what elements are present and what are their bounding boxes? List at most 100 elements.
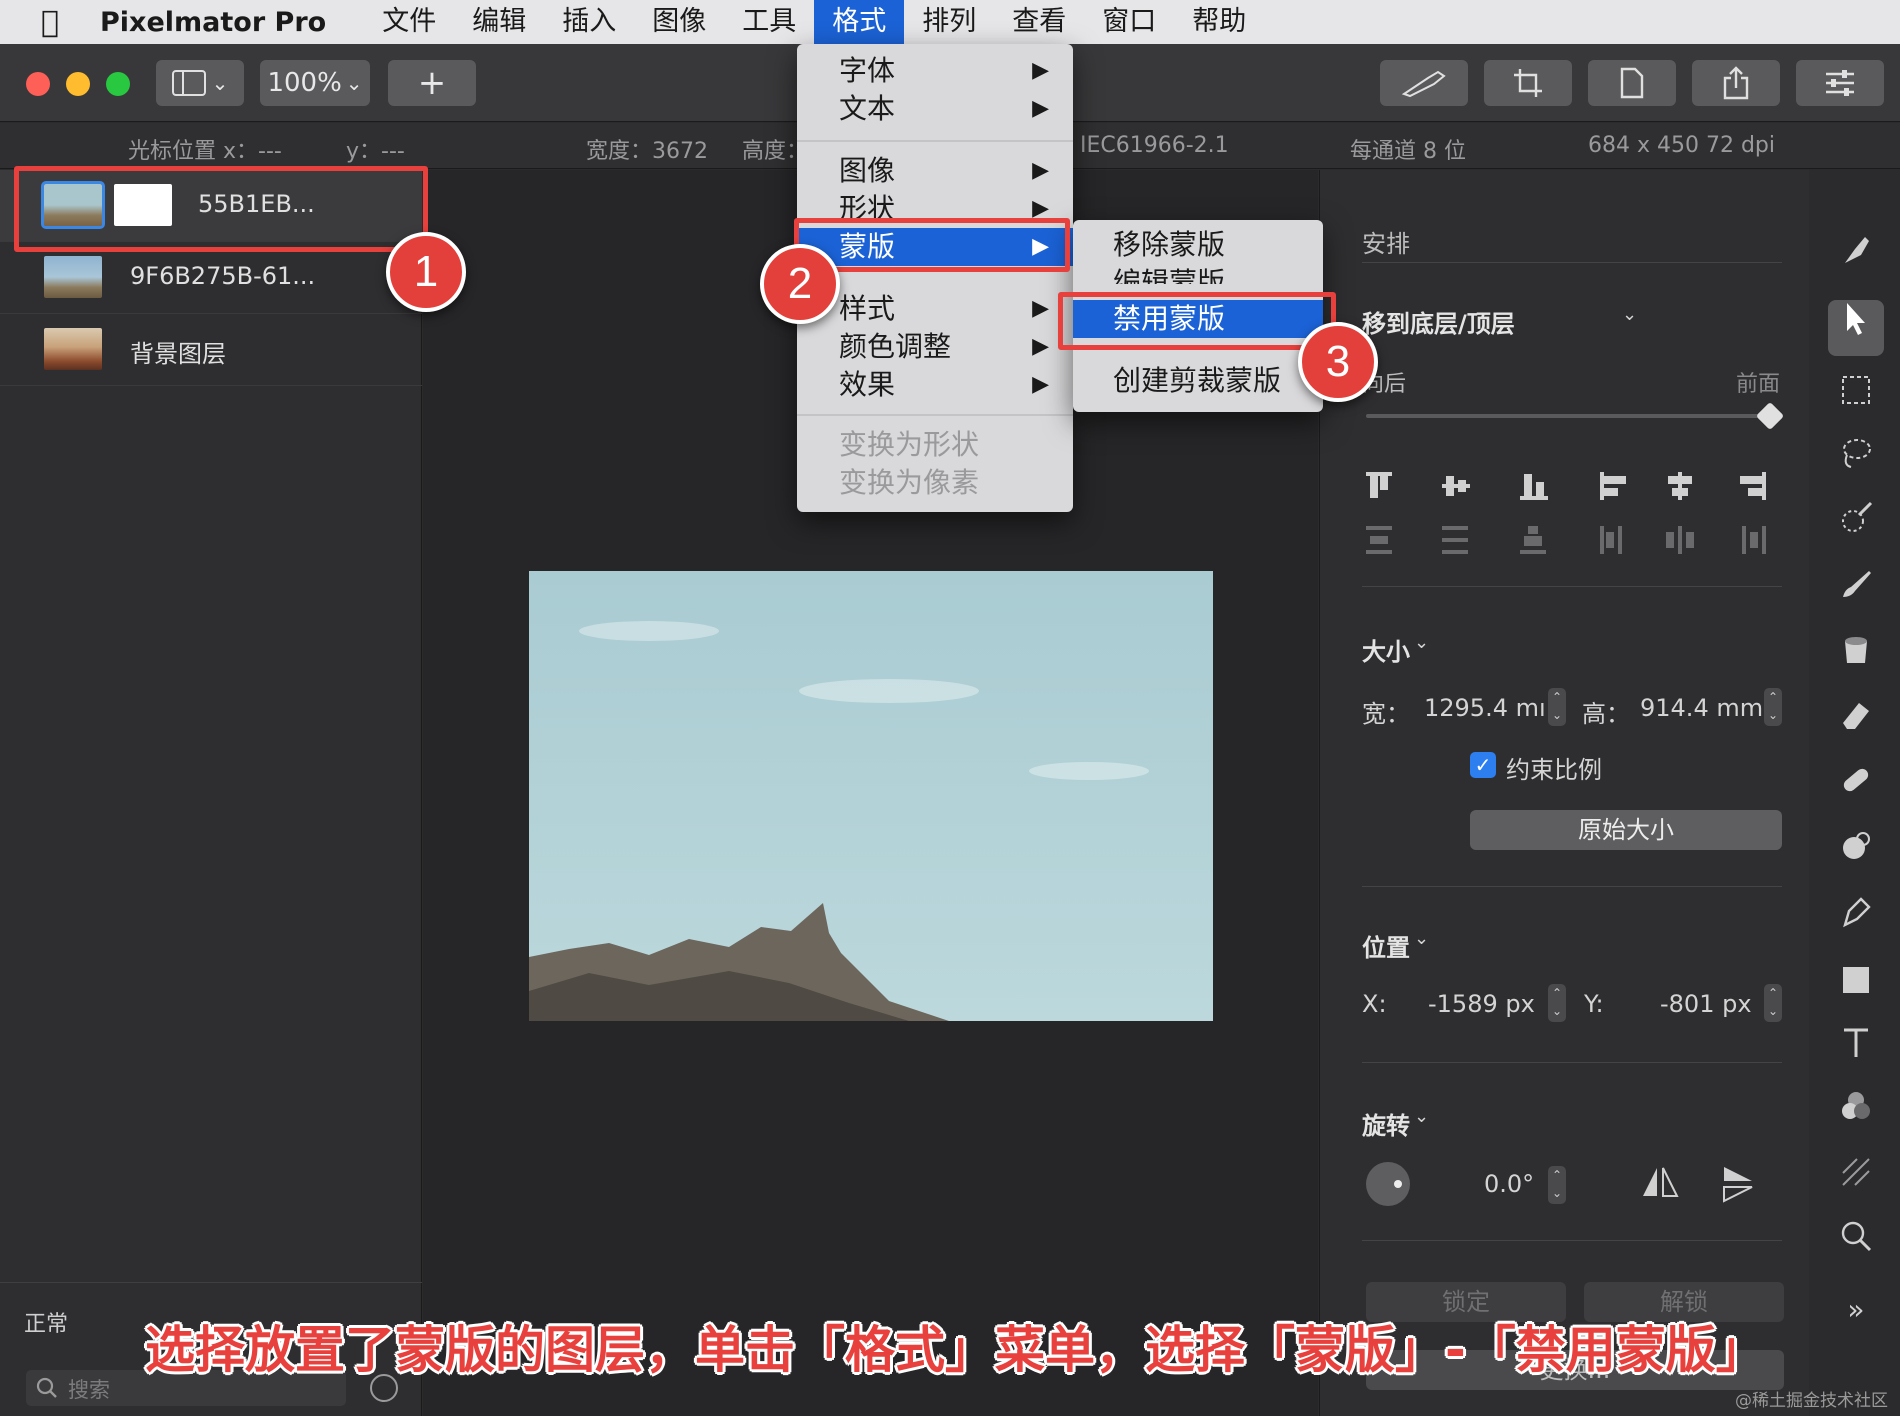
menu-arrange[interactable]: 排列 bbox=[904, 0, 994, 44]
height-label: 高： bbox=[1582, 700, 1630, 728]
zoom-select[interactable]: 100% ⌄ bbox=[260, 60, 370, 106]
submenu-edit-mask[interactable]: 编辑蒙版 bbox=[1073, 264, 1323, 284]
sidebar-toggle-button[interactable]: ⌄ bbox=[156, 60, 244, 106]
document-button[interactable] bbox=[1588, 60, 1676, 106]
format-menu-convert-shape: 变换为形状 bbox=[839, 428, 980, 461]
pen-icon[interactable] bbox=[1828, 892, 1884, 948]
arrange-slider[interactable] bbox=[1366, 414, 1774, 418]
flip-horizontal-icon[interactable] bbox=[1640, 1164, 1680, 1200]
menu-tools[interactable]: 工具 bbox=[724, 0, 814, 44]
menu-separator bbox=[797, 414, 1073, 416]
style-tool-icon[interactable] bbox=[1828, 230, 1884, 286]
effects-icon[interactable] bbox=[1828, 826, 1884, 882]
menu-edit[interactable]: 编辑 bbox=[454, 0, 544, 44]
blend-mode-select[interactable]: 正常 bbox=[24, 1306, 68, 1338]
format-menu-font[interactable]: 字体 ▶ bbox=[797, 52, 1073, 90]
y-field[interactable]: -801 px bbox=[1660, 990, 1752, 1018]
canvas-image[interactable] bbox=[529, 571, 1213, 1021]
crop-button[interactable] bbox=[1484, 60, 1572, 106]
quick-selection-icon[interactable] bbox=[1828, 498, 1884, 554]
width-field[interactable]: 1295.4 mı bbox=[1424, 694, 1546, 722]
layer-row[interactable]: 背景图层 bbox=[0, 314, 422, 386]
menu-view[interactable]: 查看 bbox=[994, 0, 1084, 44]
shape-icon[interactable] bbox=[1828, 958, 1884, 1014]
menu-separator bbox=[797, 140, 1073, 142]
highlight-box-layer bbox=[14, 166, 428, 252]
apple-icon[interactable]:  bbox=[0, 5, 100, 40]
rotate-stepper[interactable]: ⌃ ⌄ bbox=[1548, 1166, 1566, 1204]
menu-image[interactable]: 图像 bbox=[634, 0, 724, 44]
add-button[interactable]: + bbox=[388, 60, 476, 106]
x-stepper[interactable]: ⌃ ⌄ bbox=[1548, 984, 1566, 1022]
divider bbox=[0, 1282, 422, 1283]
menu-help[interactable]: 帮助 bbox=[1174, 0, 1264, 44]
highlight-box-disable-mask bbox=[1058, 292, 1336, 350]
menubar:  Pixelmator Pro 文件 编辑 插入 图像 工具 格式 排列 查看… bbox=[0, 0, 1900, 44]
eraser-icon[interactable] bbox=[1828, 694, 1884, 750]
chevron-down-icon: ⌄ bbox=[1414, 1106, 1430, 1127]
menu-insert[interactable]: 插入 bbox=[544, 0, 634, 44]
instruction-caption: 选择放置了蒙版的图层，单击「格式」菜单，选择「蒙版」-「禁用蒙版」 bbox=[145, 1321, 1766, 1379]
distort-icon[interactable] bbox=[1828, 1152, 1884, 1208]
original-size-button[interactable]: 原始大小 bbox=[1470, 810, 1782, 850]
format-menu-text[interactable]: 文本 ▶ bbox=[797, 90, 1073, 128]
lasso-icon[interactable] bbox=[1828, 432, 1884, 488]
color-adjust-icon[interactable] bbox=[1828, 1086, 1884, 1142]
layer-thumbnail bbox=[44, 256, 102, 298]
rotate-section-title[interactable]: 旋转 bbox=[1362, 1106, 1410, 1141]
type-tool-icon[interactable] bbox=[1828, 1022, 1884, 1078]
width-stepper[interactable]: ⌃ ⌄ bbox=[1548, 688, 1566, 726]
zoom-window-button[interactable] bbox=[106, 72, 130, 96]
y-stepper[interactable]: ⌃ ⌄ bbox=[1764, 984, 1782, 1022]
zoom-tool-icon[interactable] bbox=[1828, 1216, 1884, 1272]
x-field[interactable]: -1589 px bbox=[1428, 990, 1535, 1018]
divider bbox=[1362, 1240, 1782, 1241]
format-menu-effects[interactable]: 效果 ▶ bbox=[797, 366, 1073, 404]
flip-vertical-icon[interactable] bbox=[1720, 1164, 1756, 1204]
size-section-title[interactable]: 大小 bbox=[1362, 632, 1410, 667]
arrange-slider-handle[interactable] bbox=[1755, 401, 1785, 431]
brush-tool-button[interactable] bbox=[1380, 60, 1468, 106]
layer-row[interactable]: 9F6B275B-61... bbox=[0, 242, 422, 314]
chevron-down-icon: ⌄ bbox=[211, 71, 229, 95]
arrange-section-title: 安排 bbox=[1362, 230, 1410, 258]
divider bbox=[1362, 586, 1782, 587]
more-tools-icon[interactable]: » bbox=[1828, 1282, 1884, 1338]
tools-sidebar: » bbox=[1810, 170, 1900, 1416]
zoom-value: 100% bbox=[267, 68, 342, 98]
submenu-create-clipping-mask[interactable]: 创建剪裁蒙版 bbox=[1073, 362, 1323, 400]
menu-file[interactable]: 文件 bbox=[364, 0, 454, 44]
menu-format[interactable]: 格式 bbox=[814, 0, 905, 44]
step-badge-3: 3 bbox=[1298, 322, 1378, 402]
app-name-menu[interactable]: Pixelmator Pro bbox=[100, 7, 326, 38]
position-section-title[interactable]: 位置 bbox=[1362, 928, 1410, 963]
format-menu-color-adjust[interactable]: 颜色调整 ▶ bbox=[797, 328, 1073, 366]
constrain-checkbox[interactable]: ✓ bbox=[1470, 752, 1496, 778]
format-menu-style[interactable]: 样式 ▶ bbox=[797, 290, 1073, 328]
select-rect-icon[interactable] bbox=[1828, 368, 1884, 424]
bit-depth: 每通道 8 位 bbox=[1350, 139, 1466, 164]
rotate-dial[interactable] bbox=[1366, 1162, 1410, 1206]
highlight-box-mask-menu bbox=[794, 218, 1070, 272]
paint-bucket-icon[interactable] bbox=[1828, 630, 1884, 686]
document-icon bbox=[1620, 67, 1644, 99]
share-button[interactable] bbox=[1692, 60, 1780, 106]
chevron-down-icon: ⌄ bbox=[1414, 928, 1430, 949]
step-badge-1: 1 bbox=[386, 232, 466, 312]
cursor-position-y: y：--- bbox=[346, 139, 405, 164]
close-window-button[interactable] bbox=[26, 72, 50, 96]
adjustments-button[interactable] bbox=[1796, 60, 1884, 106]
menu-window[interactable]: 窗口 bbox=[1084, 0, 1174, 44]
bandage-repair-icon[interactable] bbox=[1828, 760, 1884, 816]
submenu-remove-mask[interactable]: 移除蒙版 bbox=[1073, 226, 1323, 264]
paint-brush-icon[interactable] bbox=[1828, 564, 1884, 620]
rotate-field[interactable]: 0.0° bbox=[1484, 1170, 1534, 1198]
height-stepper[interactable]: ⌃ ⌄ bbox=[1764, 688, 1782, 726]
arrange-tool-icon[interactable] bbox=[1828, 300, 1884, 356]
height-field[interactable]: 914.4 mm bbox=[1640, 694, 1763, 722]
format-menu-image[interactable]: 图像 ▶ bbox=[797, 152, 1073, 190]
landscape-image bbox=[529, 621, 1149, 1021]
minimize-window-button[interactable] bbox=[66, 72, 90, 96]
move-to-label[interactable]: 移到底层/顶层 bbox=[1362, 304, 1515, 339]
align-icons[interactable] bbox=[1362, 470, 1782, 570]
